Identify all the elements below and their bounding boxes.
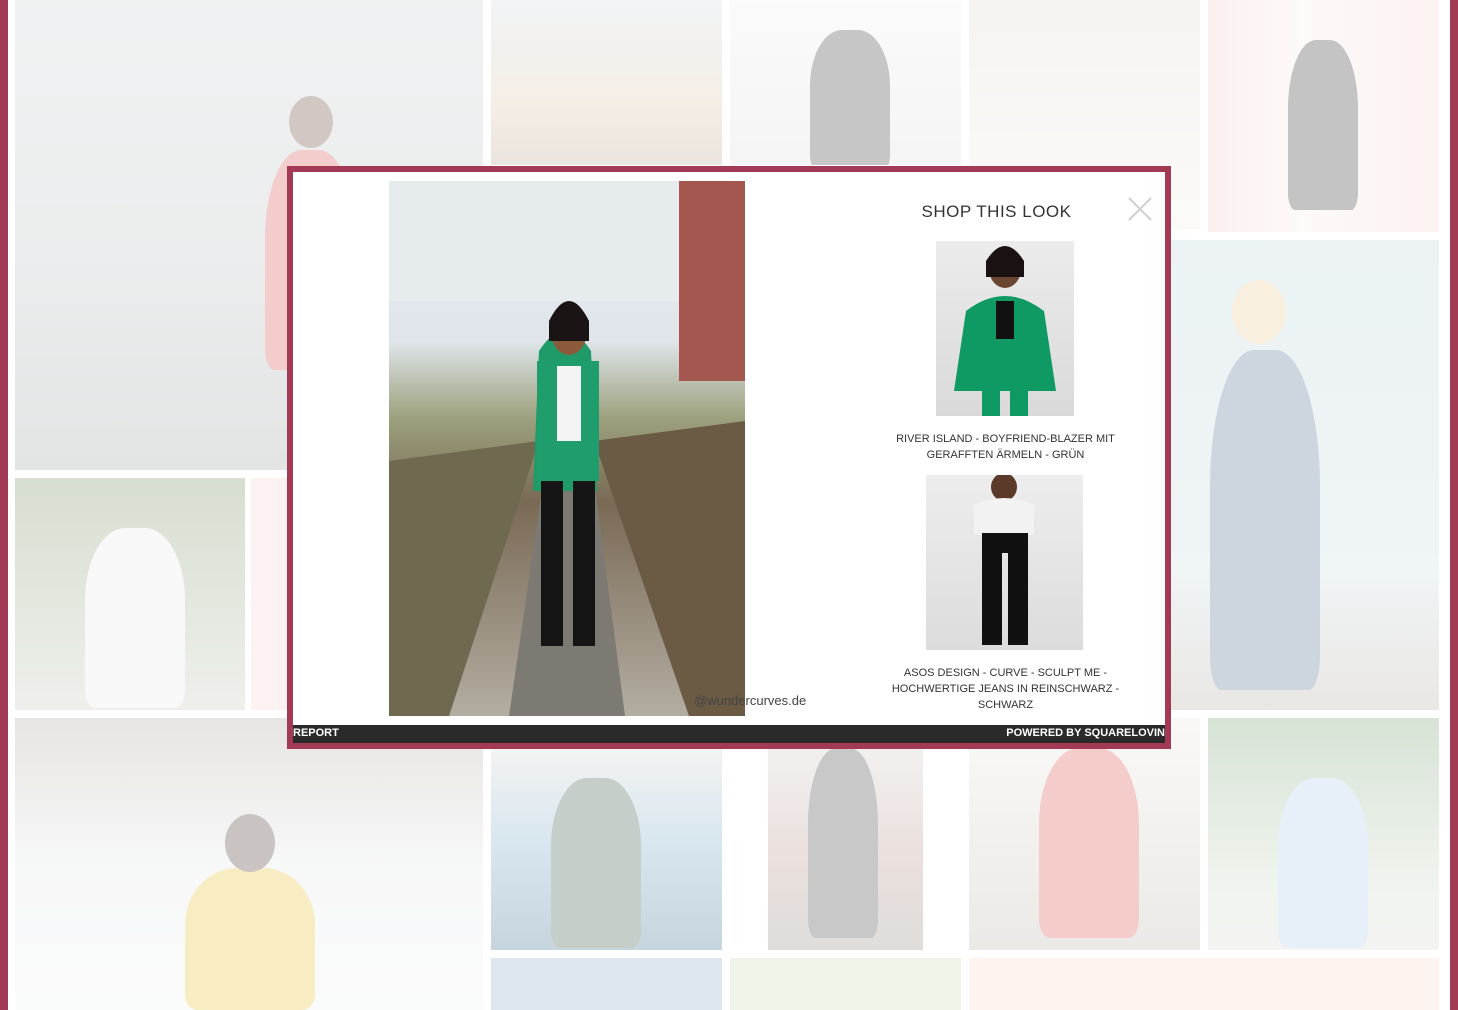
product-name-blazer[interactable]: RIVER ISLAND - BOYFRIEND-BLAZER MIT GERA…: [883, 431, 1128, 463]
photo-credit[interactable]: @wundercurves.de: [694, 693, 806, 708]
report-link[interactable]: REPORT: [293, 727, 339, 739]
powered-by-link[interactable]: POWERED BY SQUARELOVIN: [1006, 727, 1165, 739]
modal-footer: REPORT POWERED BY SQUARELOVIN: [293, 725, 1165, 743]
close-button[interactable]: [1127, 196, 1153, 222]
shop-the-look-modal: @wundercurves.de SHOP THIS LOOK RIVER IS…: [287, 166, 1171, 749]
close-icon: [1128, 197, 1152, 221]
product-image-blazer[interactable]: [936, 241, 1074, 416]
product-image-jeans[interactable]: [926, 475, 1083, 650]
main-look-photo: [389, 181, 745, 716]
product-name-jeans[interactable]: ASOS DESIGN - CURVE - SCULPT ME - HOCHWE…: [883, 665, 1128, 713]
shop-look-title: SHOP THIS LOOK: [921, 202, 1072, 221]
main-look-illustration: [389, 181, 745, 716]
